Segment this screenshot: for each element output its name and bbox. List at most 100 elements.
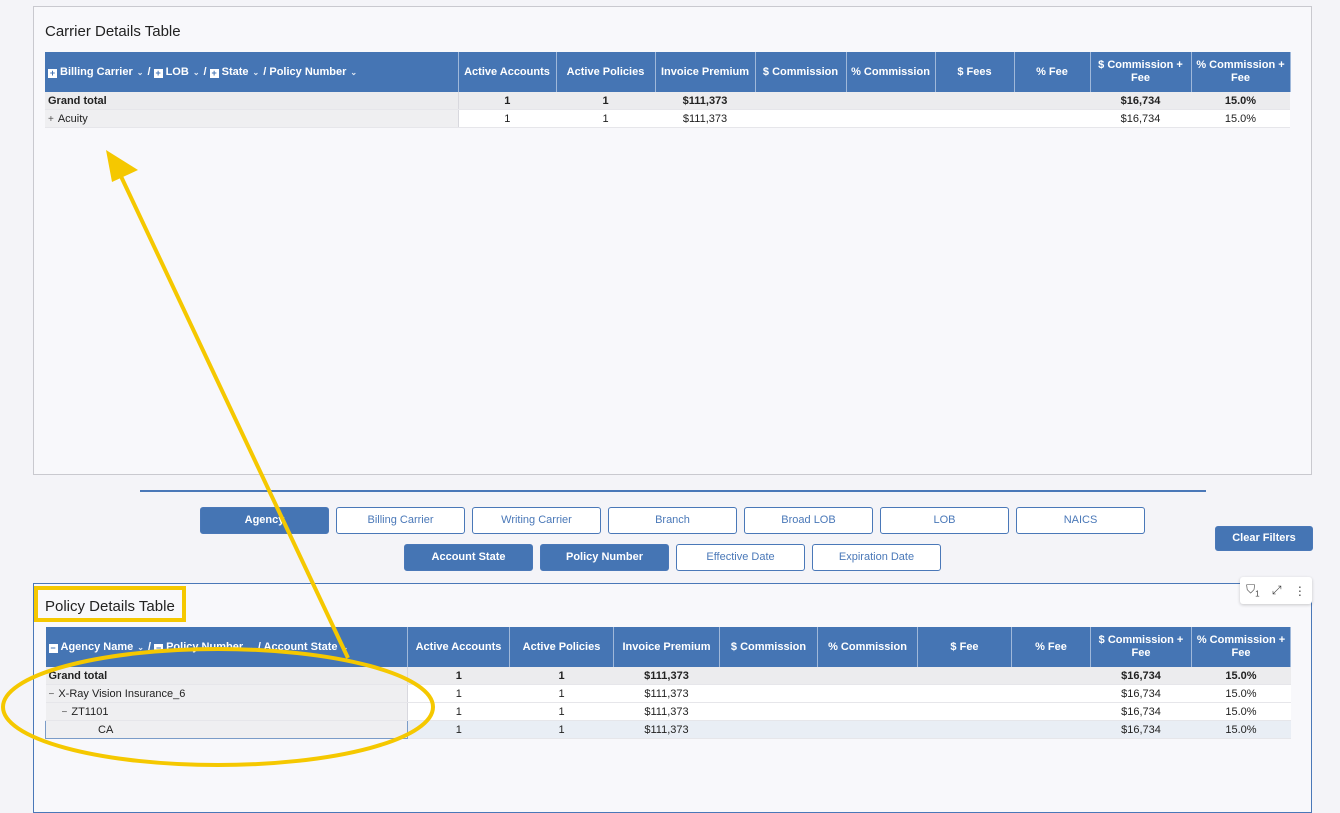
panel-toolbar: ⛉1 ⤢ ⋮ xyxy=(1240,577,1312,604)
value-cell: 1 xyxy=(407,684,510,703)
column-header[interactable]: Active Accounts xyxy=(458,52,557,92)
row-header-field[interactable]: Account State ⌄ xyxy=(264,641,353,653)
value-cell xyxy=(817,702,918,721)
row-header: − Agency Name ⌄ / − Policy Number ⌄ / Account … xyxy=(45,627,408,667)
row-label-cell[interactable]: Grand total xyxy=(45,92,459,110)
column-header[interactable]: $ Commission + Fee xyxy=(1090,52,1192,92)
chevron-down-icon[interactable]: ⌄ xyxy=(342,643,349,652)
panel-title: Policy Details Table xyxy=(45,598,175,615)
filter-button-account-state[interactable]: Account State xyxy=(404,544,533,571)
filter-button-naics[interactable]: NAICS xyxy=(1016,507,1145,534)
column-header[interactable]: Invoice Premium xyxy=(613,627,720,667)
collapse-all-icon[interactable]: − xyxy=(154,643,164,653)
column-header[interactable]: $ Commission + Fee xyxy=(1090,627,1192,667)
row-header-field[interactable]: + Billing Carrier ⌄ xyxy=(48,66,147,78)
row-label: CA xyxy=(98,723,114,736)
column-header[interactable]: Invoice Premium xyxy=(655,52,756,92)
filter-button-broad-lob[interactable]: Broad LOB xyxy=(744,507,873,534)
value-cell: $16,734 xyxy=(1090,720,1192,739)
table-row[interactable]: − X-Ray Vision Insurance_6 1 1 $111,373 $16,7… xyxy=(45,684,1291,703)
value-cell xyxy=(917,720,1012,739)
grand-total-row[interactable]: Grand total 1 1 $111,373 $16,734 15.0% xyxy=(45,92,1290,110)
row-header-field[interactable]: − Policy Number ⌄ xyxy=(154,641,258,653)
row-label-cell[interactable]: − ZT1101 xyxy=(45,702,408,721)
value-cell xyxy=(719,684,818,703)
value-cell: $111,373 xyxy=(613,720,720,739)
collapse-icon[interactable]: − xyxy=(62,707,68,718)
column-header[interactable]: % Fee xyxy=(1014,52,1091,92)
column-header[interactable]: % Commission + Fee xyxy=(1191,52,1291,92)
filter-button-expiration-date[interactable]: Expiration Date xyxy=(812,544,941,571)
chevron-down-icon[interactable]: ⌄ xyxy=(350,68,357,77)
row-label-cell[interactable]: CA xyxy=(45,720,408,739)
field-label: LOB xyxy=(165,65,189,78)
chevron-down-icon[interactable]: ⌄ xyxy=(193,68,200,77)
filter-button-lob[interactable]: LOB xyxy=(880,507,1009,534)
expand-all-icon[interactable]: + xyxy=(209,68,219,78)
field-label: Billing Carrier xyxy=(60,65,133,78)
row-header-field[interactable]: + State ⌄ xyxy=(209,66,264,78)
row-label-cell[interactable]: − X-Ray Vision Insurance_6 xyxy=(45,684,408,703)
value-cell xyxy=(1011,684,1091,703)
divider xyxy=(140,490,1206,492)
grand-total-row[interactable]: Grand total 1 1 $111,373 $16,734 15.0% xyxy=(45,667,1291,685)
value-cell: $16,734 xyxy=(1090,684,1192,703)
column-header[interactable]: Active Policies xyxy=(509,627,614,667)
column-header[interactable]: $ Fees xyxy=(935,52,1015,92)
column-header[interactable]: % Commission xyxy=(846,52,936,92)
expand-all-icon[interactable]: + xyxy=(48,68,57,78)
value-cell xyxy=(1011,720,1091,739)
column-header[interactable]: $ Fee xyxy=(917,627,1012,667)
value-cell xyxy=(1011,667,1091,685)
column-header[interactable]: Active Accounts xyxy=(407,627,510,667)
value-cell: 15.0% xyxy=(1191,702,1291,721)
chevron-down-icon[interactable]: ⌄ xyxy=(247,643,254,652)
column-header[interactable]: $ Commission xyxy=(719,627,818,667)
row-label-cell[interactable]: + Acuity xyxy=(45,109,459,128)
value-cell: $111,373 xyxy=(655,92,755,110)
expand-icon[interactable]: + xyxy=(48,114,54,125)
field-label: Agency Name xyxy=(60,640,134,653)
value-cell: 15.0% xyxy=(1191,667,1291,685)
table-row[interactable]: − ZT1101 1 1 $111,373 $16,734 15.0% xyxy=(45,702,1291,721)
field-label: Policy Number xyxy=(166,640,244,653)
filter-icon[interactable]: ⛉1 xyxy=(1246,582,1259,598)
collapse-all-icon[interactable]: − xyxy=(48,643,58,653)
value-cell xyxy=(755,109,846,128)
clear-filters-button[interactable]: Clear Filters xyxy=(1215,526,1313,551)
collapse-icon[interactable]: − xyxy=(49,689,55,700)
column-header[interactable]: Active Policies xyxy=(556,52,656,92)
value-cell xyxy=(846,109,935,128)
filter-button-billing-carrier[interactable]: Billing Carrier xyxy=(336,507,465,534)
value-cell: $111,373 xyxy=(613,702,720,721)
chevron-down-icon[interactable]: ⌄ xyxy=(253,68,260,77)
value-cell xyxy=(719,702,818,721)
value-cell: $111,373 xyxy=(655,109,755,128)
filter-button-writing-carrier[interactable]: Writing Carrier xyxy=(472,507,601,534)
chevron-down-icon[interactable]: ⌄ xyxy=(137,68,144,77)
column-header[interactable]: $ Commission xyxy=(755,52,847,92)
value-cell: 1 xyxy=(509,684,614,703)
value-cell: $111,373 xyxy=(613,684,720,703)
column-header[interactable]: % Commission + Fee xyxy=(1191,627,1291,667)
chevron-down-icon[interactable]: ⌄ xyxy=(137,643,144,652)
filter-button-policy-number[interactable]: Policy Number xyxy=(540,544,669,571)
table-row[interactable]: CA 1 1 $111,373 $16,734 15.0% xyxy=(45,720,1291,739)
row-header-field[interactable]: + LOB ⌄ xyxy=(153,65,204,78)
expand-all-icon[interactable]: + xyxy=(153,68,163,78)
row-header-field[interactable]: Policy Number ⌄ xyxy=(269,66,361,78)
filter-button-effective-date[interactable]: Effective Date xyxy=(676,544,805,571)
table-row[interactable]: + Acuity 1 1 $111,373 $16,734 15.0% xyxy=(45,109,1290,128)
value-cell: 1 xyxy=(509,720,614,739)
filter-button-agency[interactable]: Agency xyxy=(200,507,329,534)
expand-icon[interactable]: ⤢ xyxy=(1272,583,1282,598)
column-header[interactable]: % Fee xyxy=(1011,627,1091,667)
row-header-field[interactable]: − Agency Name ⌄ xyxy=(48,640,148,653)
panel-title: Carrier Details Table xyxy=(45,23,181,40)
column-header[interactable]: % Commission xyxy=(817,627,918,667)
row-label-cell[interactable]: Grand total xyxy=(45,667,408,685)
more-vertical-icon[interactable]: ⋮ xyxy=(1294,584,1306,598)
filter-button-branch[interactable]: Branch xyxy=(608,507,737,534)
value-cell: $16,734 xyxy=(1090,109,1191,128)
value-cell xyxy=(817,720,918,739)
